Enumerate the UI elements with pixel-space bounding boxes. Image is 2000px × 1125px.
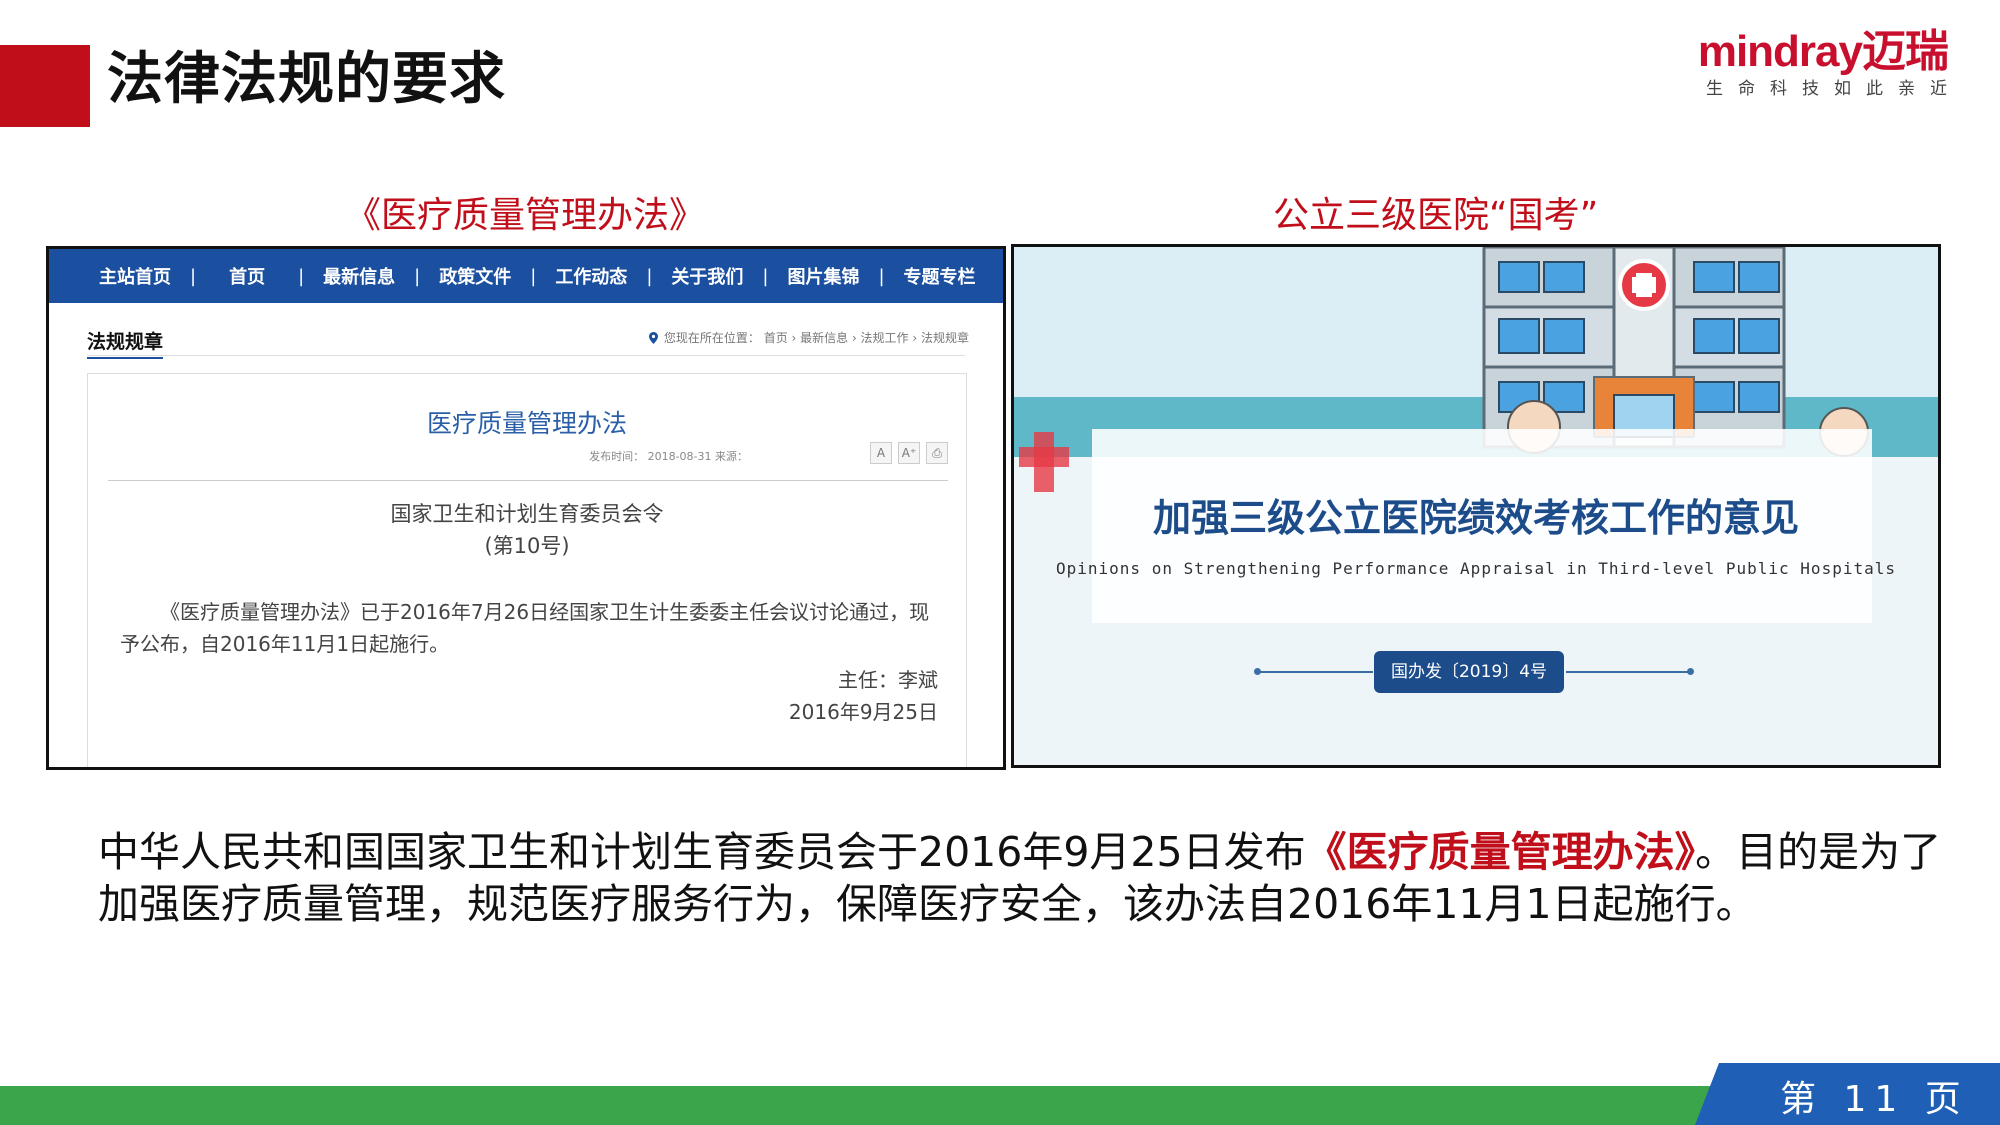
decor-line-right [1566, 671, 1690, 673]
order-number: (第10号) [484, 534, 570, 558]
section-divider [87, 355, 965, 356]
banner-subtitle: Opinions on Strengthening Performance Ap… [1056, 559, 1896, 578]
document-body: 《医疗质量管理办法》已于2016年7月26日经国家卫生计生委委主任会议讨论通过，… [120, 600, 930, 656]
document-box: 医疗质量管理办法 发布时间： 2018-08-31 来源： A A⁺ ⎙ 国家卫… [87, 373, 967, 767]
issuing-authority: 国家卫生和计划生育委员会令 [390, 502, 664, 526]
footer-green-bar [0, 1086, 1710, 1125]
title-accent-block [0, 45, 90, 127]
decor-dot-right [1687, 668, 1694, 675]
regulation-webpage-screenshot: 主站首页 | 首页 | 最新信息 | 政策文件 | 工作动态 | 关于我们 | … [46, 246, 1006, 770]
font-larger-icon[interactable]: A⁺ [898, 442, 920, 464]
decor-dot-left [1254, 668, 1261, 675]
decor-line-left [1257, 671, 1373, 673]
nav-item-gallery[interactable]: 图片集锦 [787, 263, 859, 289]
publish-meta: 发布时间： 2018-08-31 来源： [589, 450, 748, 463]
breadcrumb: 您现在所在位置： 首页 › 最新信息 › 法规工作 › 法规规章 [648, 329, 969, 346]
document-divider [108, 480, 948, 481]
breadcrumb-text[interactable]: 您现在所在位置： 首页 › 最新信息 › 法规工作 › 法规规章 [664, 329, 969, 346]
left-caption: 《医疗质量管理办法》 [345, 195, 706, 236]
nav-item-main-home[interactable]: 主站首页 [99, 263, 171, 289]
document-title: 医疗质量管理办法 [426, 409, 627, 438]
right-caption: 公立三级医院“国考” [1273, 195, 1599, 236]
logo-slogan: 生命科技如此亲近 [1706, 79, 1962, 99]
nav-item-latest[interactable]: 最新信息 [323, 263, 395, 289]
description-paragraph: 中华人民共和国国家卫生和计划生育委员会于2016年9月25日发布《医疗质量管理办… [98, 826, 1958, 930]
nav-item-about[interactable]: 关于我们 [671, 263, 743, 289]
font-smaller-icon[interactable]: A [870, 442, 892, 464]
banner-title: 加强三级公立医院绩效考核工作的意见 [1152, 496, 1799, 540]
nav-item-home[interactable]: 首页 [229, 263, 265, 289]
location-pin-icon [648, 331, 658, 344]
nav-item-special[interactable]: 专题专栏 [904, 263, 976, 289]
signatory: 主任：李斌 [838, 668, 938, 692]
description-highlight: 《医疗质量管理办法》 [1305, 828, 1696, 876]
description-part-1: 中华人民共和国国家卫生和计划生育委员会于2016年9月25日发布 [98, 828, 1306, 876]
nav-item-policy[interactable]: 政策文件 [439, 263, 511, 289]
slide-title: 法律法规的要求 [107, 47, 506, 112]
document-number-badge: 国办发〔2019〕4号 [1374, 651, 1564, 693]
site-nav-bar: 主站首页 | 首页 | 最新信息 | 政策文件 | 工作动态 | 关于我们 | … [49, 249, 1003, 303]
signature-date: 2016年9月25日 [788, 700, 938, 724]
page-number: 第 11 页 [1780, 1079, 1969, 1120]
mindray-logo: mindray迈瑞 生命科技如此亲近 [1678, 27, 1949, 108]
nav-item-work[interactable]: 工作动态 [555, 263, 627, 289]
performance-appraisal-banner: 加强三级公立医院绩效考核工作的意见 Opinions on Strengthen… [1011, 244, 1941, 768]
print-icon[interactable]: ⎙ [926, 442, 948, 464]
logo-wordmark: mindray迈瑞 [1697, 27, 1949, 76]
text-tools: A A⁺ ⎙ [870, 442, 948, 464]
